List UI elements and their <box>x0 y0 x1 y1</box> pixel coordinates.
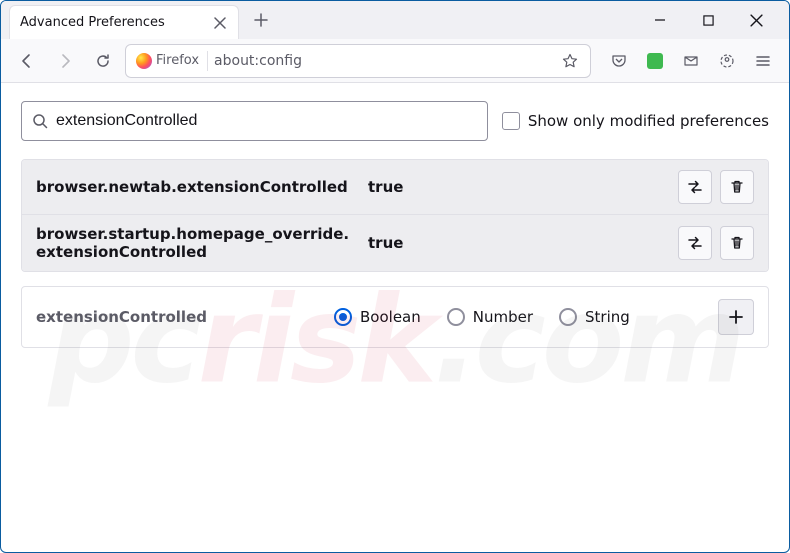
checkbox-icon <box>502 112 520 130</box>
pref-actions <box>678 226 754 260</box>
pref-actions <box>678 170 754 204</box>
pref-name: browser.newtab.extensionControlled <box>36 178 356 196</box>
search-row: Show only modified preferences <box>21 101 769 141</box>
new-tab-button[interactable] <box>245 4 277 36</box>
tab-bar: Advanced Preferences <box>1 1 789 39</box>
account-icon[interactable] <box>711 45 743 77</box>
tab-title: Advanced Preferences <box>20 15 212 30</box>
new-preference-row: extensionControlled Boolean Number Strin… <box>21 286 769 348</box>
pref-row: browser.startup.homepage_override.extens… <box>22 215 768 271</box>
bookmark-star-icon[interactable] <box>558 49 582 73</box>
navigation-toolbar: Firefox about:config <box>1 39 789 83</box>
close-tab-icon[interactable] <box>212 15 228 31</box>
pref-value: true <box>368 234 666 252</box>
show-only-modified-label: Show only modified preferences <box>528 112 769 130</box>
browser-window: Advanced Preferences <box>0 0 790 553</box>
close-window-button[interactable] <box>741 5 771 35</box>
toggle-icon <box>686 234 704 252</box>
minimize-button[interactable] <box>645 5 675 35</box>
plus-icon <box>728 309 744 325</box>
maximize-button[interactable] <box>693 5 723 35</box>
new-pref-name: extensionControlled <box>36 308 316 326</box>
radio-label: String <box>585 308 630 326</box>
identity-box[interactable]: Firefox <box>134 51 208 71</box>
toggle-button[interactable] <box>678 226 712 260</box>
radio-label: Number <box>473 308 533 326</box>
reload-button[interactable] <box>87 45 119 77</box>
url-text: about:config <box>214 53 552 69</box>
extension-icon[interactable] <box>639 45 671 77</box>
radio-boolean[interactable]: Boolean <box>334 308 421 326</box>
forward-button[interactable] <box>49 45 81 77</box>
pref-name: browser.startup.homepage_override.extens… <box>36 225 356 261</box>
pocket-icon[interactable] <box>603 45 635 77</box>
menu-button[interactable] <box>747 45 779 77</box>
show-only-modified-checkbox[interactable]: Show only modified preferences <box>502 112 769 130</box>
toggle-icon <box>686 178 704 196</box>
radio-label: Boolean <box>360 308 421 326</box>
delete-button[interactable] <box>720 226 754 260</box>
search-box[interactable] <box>21 101 488 141</box>
search-input[interactable] <box>56 112 477 130</box>
radio-icon <box>447 308 465 326</box>
radio-number[interactable]: Number <box>447 308 533 326</box>
preferences-list: browser.newtab.extensionControlled true … <box>21 159 769 272</box>
tab-advanced-preferences[interactable]: Advanced Preferences <box>9 5 239 39</box>
trash-icon <box>729 235 745 251</box>
delete-button[interactable] <box>720 170 754 204</box>
toolbar-icons <box>603 45 779 77</box>
trash-icon <box>729 179 745 195</box>
search-icon <box>32 113 48 129</box>
identity-label: Firefox <box>156 53 199 68</box>
type-options: Boolean Number String <box>334 308 700 326</box>
radio-icon <box>334 308 352 326</box>
firefox-icon <box>136 53 152 69</box>
back-button[interactable] <box>11 45 43 77</box>
inbox-icon[interactable] <box>675 45 707 77</box>
about-config-content: Show only modified preferences browser.n… <box>1 83 789 552</box>
radio-icon <box>559 308 577 326</box>
toggle-button[interactable] <box>678 170 712 204</box>
url-bar[interactable]: Firefox about:config <box>125 44 591 78</box>
window-controls <box>645 5 781 35</box>
radio-string[interactable]: String <box>559 308 630 326</box>
add-preference-button[interactable] <box>718 299 754 335</box>
pref-value: true <box>368 178 666 196</box>
pref-row: browser.newtab.extensionControlled true <box>22 160 768 215</box>
